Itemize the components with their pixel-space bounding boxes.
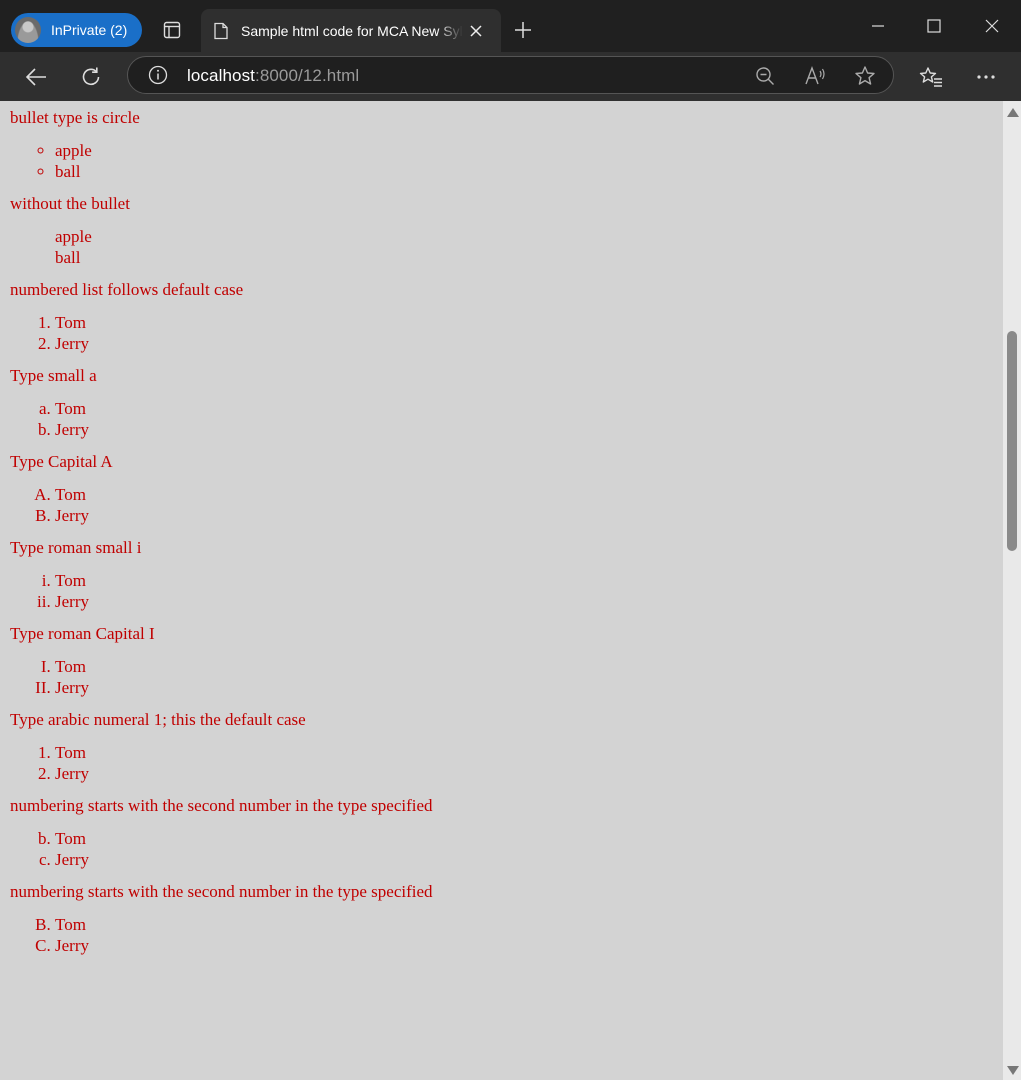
read-aloud-icon[interactable] [804, 65, 826, 87]
tab-active[interactable]: Sample html code for MCA New Syllabus [201, 9, 501, 52]
section-heading: Type roman small i [10, 538, 142, 557]
list-item: Jerry [55, 591, 1003, 612]
document-icon [213, 22, 229, 40]
section-heading: Type small a [10, 366, 97, 385]
list-item: Tom [55, 484, 1003, 505]
new-tab-button[interactable] [510, 17, 536, 43]
list-item: apple [55, 227, 92, 246]
close-icon[interactable] [469, 24, 483, 38]
back-arrow-icon [25, 68, 46, 86]
ordered-list: TomJerry [10, 914, 1003, 956]
plus-icon [515, 22, 531, 38]
refresh-icon [82, 67, 100, 86]
ordered-list: TomJerry [10, 312, 1003, 354]
section-heading: Type Capital A [10, 452, 113, 471]
list-item: Tom [55, 570, 1003, 591]
refresh-button[interactable] [77, 63, 105, 91]
url-text[interactable]: localhost:8000/12.html [187, 66, 359, 86]
list-item: ball [55, 161, 1003, 182]
list-item: ball [55, 248, 81, 267]
scrollbar-thumb[interactable] [1007, 331, 1017, 551]
page-content: bullet type is circleappleballwithout th… [0, 108, 1003, 956]
toolbar: localhost:8000/12.html [0, 52, 1021, 101]
profile-label: InPrivate (2) [51, 22, 128, 38]
url-path: :8000/12.html [255, 66, 360, 85]
favorites-icon [919, 67, 942, 87]
tab-actions-button[interactable] [159, 17, 185, 43]
back-button[interactable] [22, 63, 50, 91]
ordered-list: TomJerry [10, 742, 1003, 784]
list-item: Tom [55, 914, 1003, 935]
title-bar: InPrivate (2) Sample html code for MCA N… [0, 0, 1021, 52]
close-window-icon [985, 19, 999, 33]
favorites-button[interactable] [917, 63, 945, 91]
list-item: Tom [55, 828, 1003, 849]
list-item: Tom [55, 656, 1003, 677]
url-host: localhost [187, 66, 255, 85]
maximize-icon [927, 19, 941, 33]
favorite-star-icon[interactable] [854, 65, 876, 87]
zoom-out-icon[interactable] [754, 65, 776, 87]
section-heading: numbered list follows default case [10, 280, 244, 299]
unordered-list: apple ball [10, 226, 1003, 268]
section-heading: numbering starts with the second number … [10, 882, 433, 901]
minimize-icon [872, 25, 884, 27]
section-heading: Type arabic numeral 1; this the default … [10, 710, 306, 729]
list-item: Tom [55, 398, 1003, 419]
list-item: Jerry [55, 935, 1003, 956]
scroll-up-arrow-icon[interactable] [1007, 108, 1019, 117]
section-heading: Type roman Capital I [10, 624, 155, 643]
tab-title: Sample html code for MCA New Syllabus [241, 22, 463, 39]
section-heading: without the bullet [10, 194, 130, 213]
site-info-icon[interactable] [148, 65, 168, 85]
close-window-button[interactable] [975, 12, 1009, 40]
address-bar[interactable]: localhost:8000/12.html [127, 56, 894, 94]
list-item: Jerry [55, 849, 1003, 870]
page-viewport: bullet type is circleappleballwithout th… [0, 101, 1003, 1080]
list-item: apple [55, 140, 1003, 161]
avatar [15, 17, 41, 43]
vertical-scrollbar[interactable] [1003, 101, 1021, 1080]
maximize-button[interactable] [917, 12, 951, 40]
more-dots-icon [977, 75, 995, 79]
ordered-list: TomJerry [10, 828, 1003, 870]
list-item: Jerry [55, 763, 1003, 784]
unordered-list: appleball [10, 140, 1003, 182]
list-item: Tom [55, 742, 1003, 763]
list-item: Jerry [55, 419, 1003, 440]
more-options-button[interactable] [972, 63, 1000, 91]
ordered-list: TomJerry [10, 398, 1003, 440]
list-item: Jerry [55, 505, 1003, 526]
list-item: Jerry [55, 333, 1003, 354]
ordered-list: TomJerry [10, 484, 1003, 526]
ordered-list: TomJerry [10, 656, 1003, 698]
section-heading: numbering starts with the second number … [10, 796, 433, 815]
section-heading: bullet type is circle [10, 108, 140, 127]
profile-button[interactable]: InPrivate (2) [11, 13, 142, 47]
ordered-list: TomJerry [10, 570, 1003, 612]
scroll-down-arrow-icon[interactable] [1007, 1066, 1019, 1075]
list-item: Jerry [55, 677, 1003, 698]
list-item: Tom [55, 312, 1003, 333]
minimize-button[interactable] [861, 12, 895, 40]
tab-actions-icon [163, 21, 181, 39]
browser-window: InPrivate (2) Sample html code for MCA N… [0, 0, 1021, 1080]
